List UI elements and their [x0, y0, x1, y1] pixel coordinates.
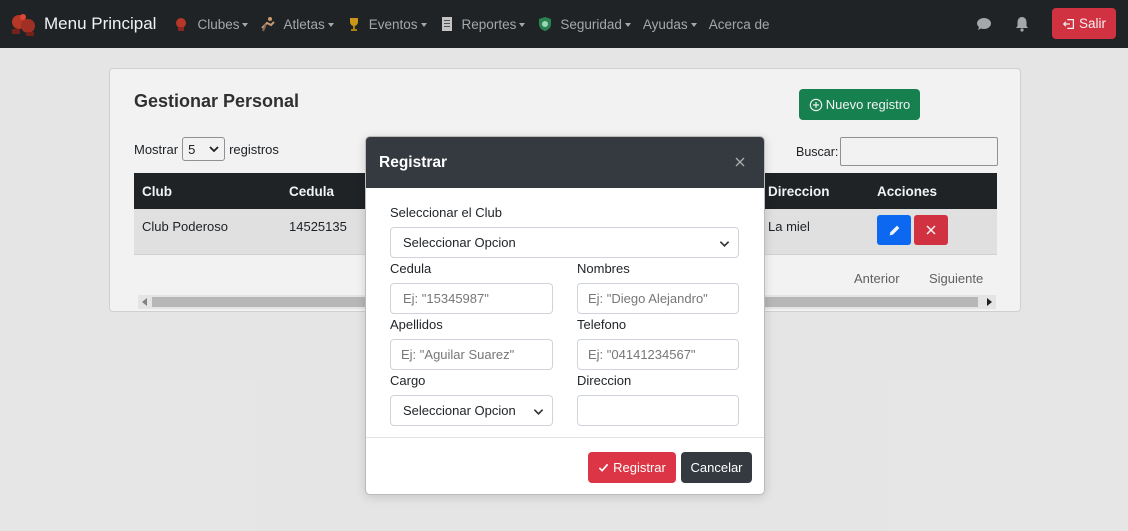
cargo-label: Cargo [390, 373, 426, 388]
register-button[interactable]: Registrar [588, 452, 676, 483]
apellidos-label: Apellidos [390, 317, 443, 332]
telefono-input[interactable]: Ej: "04141234567" [577, 339, 739, 370]
apellidos-placeholder: Ej: "Aguilar Suarez" [401, 347, 515, 362]
direccion-label: Direccion [577, 373, 632, 388]
direccion-input[interactable] [577, 395, 739, 426]
nombres-input[interactable]: Ej: "Diego Alejandro" [577, 283, 739, 314]
register-label: Registrar [613, 460, 666, 475]
modal-title: Registrar [379, 153, 448, 171]
apellidos-input[interactable]: Ej: "Aguilar Suarez" [390, 339, 553, 370]
cedula-label: Cedula [390, 261, 432, 276]
cancel-label: Cancelar [690, 460, 743, 475]
chevron-down-icon [533, 409, 544, 415]
modal-header: Registrar [366, 137, 764, 188]
modal-body: Seleccionar el Club Seleccionar Opcion C… [366, 188, 764, 438]
club-select-value: Seleccionar Opcion [403, 235, 516, 250]
club-select-label: Seleccionar el Club [390, 205, 503, 220]
cedula-input[interactable]: Ej: "15345987" [390, 283, 553, 314]
check-icon [598, 463, 609, 472]
cancel-button[interactable]: Cancelar [681, 452, 752, 483]
cedula-placeholder: Ej: "15345987" [403, 291, 489, 306]
close-icon[interactable] [732, 154, 748, 170]
modal-footer: Registrar Cancelar [366, 438, 764, 494]
cargo-select[interactable]: Seleccionar Opcion [390, 395, 553, 426]
chevron-down-icon [719, 241, 730, 247]
cargo-select-value: Seleccionar Opcion [403, 403, 516, 418]
nombres-placeholder: Ej: "Diego Alejandro" [588, 291, 708, 306]
telefono-label: Telefono [577, 317, 627, 332]
register-modal: Registrar Seleccionar el Club Selecciona… [365, 136, 765, 495]
club-select[interactable]: Seleccionar Opcion [390, 227, 739, 258]
telefono-placeholder: Ej: "04141234567" [588, 347, 696, 362]
nombres-label: Nombres [577, 261, 630, 276]
